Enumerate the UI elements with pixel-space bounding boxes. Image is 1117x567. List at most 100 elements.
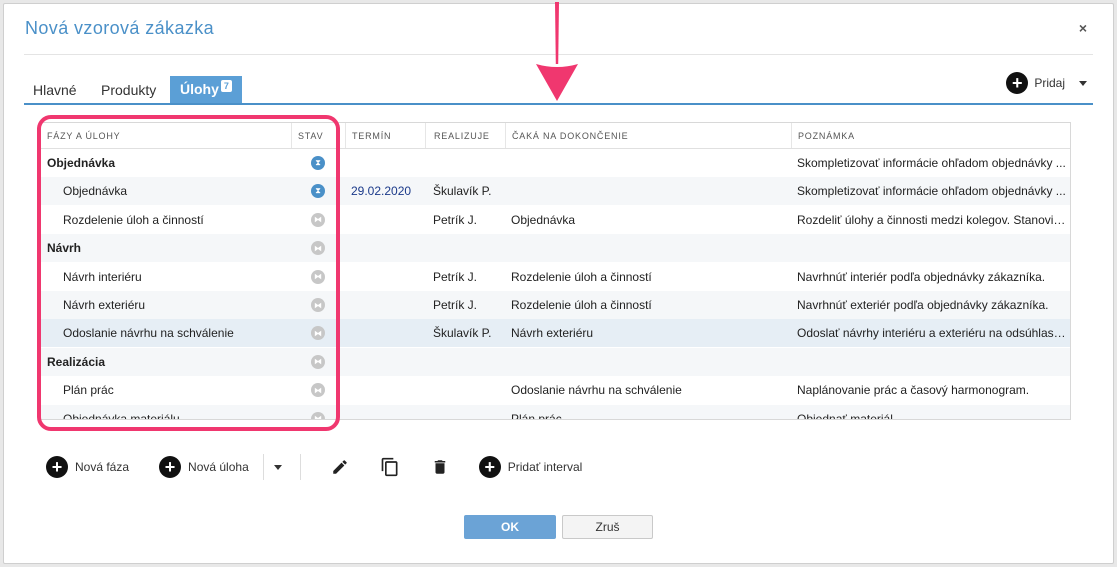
plus-circle-icon: + bbox=[159, 456, 182, 478]
row-status: ⧓ bbox=[291, 263, 345, 291]
status-waiting-icon: ⧓ bbox=[311, 411, 325, 419]
phase-row[interactable]: Realizácia ⧓ bbox=[41, 347, 1070, 376]
task-row[interactable]: Objednávka materiálu ⧓ Plán prác Objednať m… bbox=[41, 404, 1070, 420]
trash-icon[interactable] bbox=[429, 456, 451, 478]
row-waits-for bbox=[505, 177, 791, 205]
row-assignee: Škulavík P. bbox=[433, 326, 492, 341]
tab-produkty[interactable]: Produkty bbox=[101, 82, 156, 98]
row-assignee bbox=[425, 234, 505, 262]
grid-toolbar: + Nová fáza + Nová úloha + Pridať interv… bbox=[46, 454, 612, 480]
row-assignee: Petrík J. bbox=[433, 269, 478, 284]
plus-circle-icon: + bbox=[1006, 72, 1029, 94]
pointer-arrow-icon bbox=[536, 2, 578, 101]
tab-hlavne[interactable]: Hlavné bbox=[33, 82, 77, 98]
status-in-progress-icon: ⧗ bbox=[311, 184, 325, 199]
row-name: Odoslanie návrhu na schválenie bbox=[63, 326, 234, 341]
column-header-phases[interactable]: FÁZY A ÚLOHY bbox=[41, 123, 291, 148]
row-status: ⧓ bbox=[291, 376, 345, 404]
row-status: ⧓ bbox=[291, 319, 345, 347]
column-header-waits-for[interactable]: ČAKÁ NA DOKONČENIE bbox=[505, 123, 791, 148]
row-name: Objednávka materiálu bbox=[63, 411, 180, 420]
copy-icon[interactable] bbox=[379, 456, 401, 478]
row-waits-for: Rozdelenie úloh a činností bbox=[511, 298, 652, 312]
row-waits-for: Návrh exteriéru bbox=[511, 326, 594, 341]
row-date bbox=[345, 263, 425, 291]
column-header-date[interactable]: TERMÍN bbox=[345, 123, 425, 148]
row-name: Objednávka bbox=[63, 184, 128, 199]
row-date: 29.02.2020 bbox=[351, 184, 412, 199]
tab-ulohy-label: Úlohy bbox=[180, 81, 219, 97]
chevron-down-icon[interactable] bbox=[1079, 80, 1087, 86]
row-note-text: Rozdeliť úlohy a činnosti medzi kolegov.… bbox=[797, 212, 1066, 227]
row-note: Skompletizovať informácie ohľadom objedn… bbox=[791, 149, 1070, 177]
task-row[interactable]: Rozdelenie úloh a činností ⧓ Petrík J. Obje… bbox=[41, 206, 1070, 234]
row-note bbox=[791, 348, 1070, 376]
new-task-label: Nová úloha bbox=[188, 460, 249, 474]
tab-ulohy[interactable]: Úlohy 7 bbox=[170, 76, 242, 103]
close-icon[interactable]: × bbox=[1079, 20, 1087, 36]
task-row[interactable]: Objednávka ⧗ 29.02.2020 Škulavík P. Skomplet… bbox=[41, 177, 1070, 206]
row-waits-for: Odoslanie návrhu na schválenie bbox=[511, 383, 682, 398]
row-note-text: Navrhnúť exteriér podľa objednávky zákaz… bbox=[797, 298, 1049, 312]
row-assignee: Petrík J. bbox=[433, 212, 478, 227]
status-waiting-icon: ⧓ bbox=[311, 354, 325, 369]
task-row[interactable]: Odoslanie návrhu na schválenie ⧓ Škulavík … bbox=[41, 319, 1070, 348]
column-header-note[interactable]: POZNÁMKA bbox=[791, 123, 1070, 148]
row-name: Návrh interiéru bbox=[63, 269, 142, 284]
phase-row[interactable]: Návrh ⧓ bbox=[41, 234, 1070, 263]
row-name: Návrh exteriéru bbox=[63, 298, 146, 312]
task-row[interactable]: Plán prác ⧓ Odoslanie návrhu na schválenie… bbox=[41, 376, 1070, 404]
row-note-text: Naplánovanie prác a časový harmonogram. bbox=[797, 383, 1030, 398]
row-note-text: Navrhnúť interiér podľa objednávky zákaz… bbox=[797, 269, 1046, 284]
column-header-status[interactable]: STAV bbox=[291, 123, 345, 148]
row-date bbox=[345, 348, 425, 376]
task-row[interactable]: Návrh interiéru ⧓ Petrík J. Rozdelenie úloh… bbox=[41, 263, 1070, 291]
column-header-assignee[interactable]: REALIZUJE bbox=[425, 123, 505, 148]
row-waits-for: Plán prác bbox=[511, 411, 562, 420]
ok-button[interactable]: OK bbox=[464, 515, 556, 539]
row-date bbox=[345, 234, 425, 262]
row-note: Objednať materiál. bbox=[791, 405, 1070, 420]
row-status: ⧓ bbox=[291, 405, 345, 419]
row-name: Realizácia bbox=[47, 354, 106, 369]
new-phase-label: Nová fáza bbox=[75, 460, 130, 474]
status-waiting-icon: ⧓ bbox=[311, 298, 325, 312]
row-status: ⧓ bbox=[291, 206, 345, 234]
row-name: Návrh bbox=[47, 241, 82, 256]
add-interval-label: Pridať interval bbox=[507, 460, 583, 474]
row-status: ⧓ bbox=[291, 234, 345, 262]
phase-row[interactable]: Objednávka ⧗ Skompletizovať informácie ohľ… bbox=[41, 149, 1070, 177]
row-note: Rozdeliť úlohy a činnosti medzi kolegov.… bbox=[791, 206, 1070, 234]
row-note-text: Skompletizovať informácie ohľadom objedn… bbox=[797, 184, 1066, 199]
status-waiting-icon: ⧓ bbox=[311, 269, 325, 284]
chevron-down-icon[interactable] bbox=[273, 464, 282, 470]
cancel-button[interactable]: Zruš bbox=[562, 515, 653, 539]
row-note: Skompletizovať informácie ohľadom objedn… bbox=[791, 177, 1070, 205]
row-name: Rozdelenie úloh a činností bbox=[63, 212, 204, 227]
new-task-button[interactable]: + Nová úloha bbox=[159, 456, 249, 478]
row-date bbox=[345, 319, 425, 347]
row-waits-for bbox=[505, 234, 791, 262]
row-waits-for bbox=[505, 149, 791, 177]
row-assignee: Škulavík P. bbox=[433, 184, 492, 199]
plus-circle-icon: + bbox=[478, 456, 501, 478]
add-button-label: Pridaj bbox=[1034, 76, 1065, 90]
row-note: Odoslať návrhy interiéru a exteriéru na … bbox=[791, 319, 1070, 347]
row-status: ⧗ bbox=[291, 149, 345, 177]
task-row[interactable]: Návrh exteriéru ⧓ Petrík J. Rozdelenie úloh… bbox=[41, 291, 1070, 319]
new-phase-button[interactable]: + Nová fáza bbox=[46, 456, 129, 478]
row-date bbox=[345, 149, 425, 177]
row-date bbox=[345, 291, 425, 319]
add-button[interactable]: + Pridaj bbox=[1006, 72, 1087, 94]
row-name: Objednávka bbox=[47, 156, 116, 170]
row-assignee: Petrík J. bbox=[433, 298, 478, 312]
row-note: Navrhnúť interiér podľa objednávky zákaz… bbox=[791, 263, 1070, 291]
grid-header: FÁZY A ÚLOHY STAV TERMÍN REALIZUJE ČAKÁ … bbox=[41, 123, 1070, 149]
task-grid: FÁZY A ÚLOHY STAV TERMÍN REALIZUJE ČAKÁ … bbox=[40, 122, 1071, 420]
row-date bbox=[345, 405, 425, 419]
pencil-icon[interactable] bbox=[329, 456, 351, 478]
row-note-text: Objednať materiál. bbox=[797, 411, 897, 420]
add-interval-button[interactable]: + Pridať interval bbox=[478, 456, 583, 478]
row-assignee bbox=[425, 405, 505, 419]
status-in-progress-icon: ⧗ bbox=[311, 156, 325, 170]
